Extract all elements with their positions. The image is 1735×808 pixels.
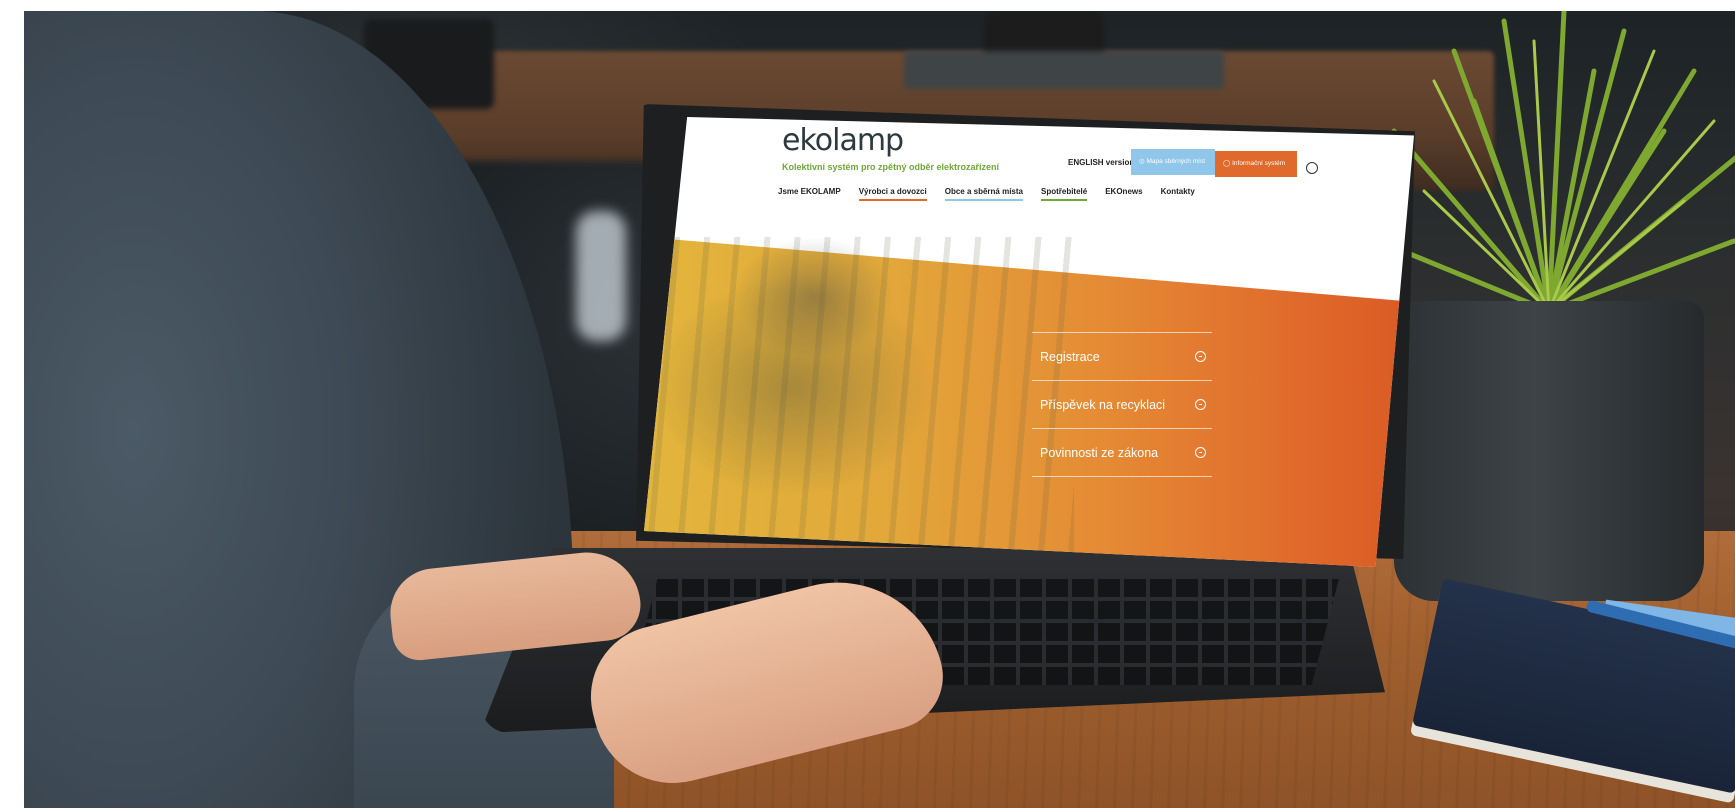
map-collection-points-button[interactable]: ◎ Mapa sběrných míst xyxy=(1131,149,1215,175)
menu-item-label: Příspěvek na recyklaci xyxy=(1040,397,1166,412)
site-logo[interactable]: ekolamp xyxy=(782,123,904,158)
menu-item-povinnosti[interactable]: Povinnosti ze zákona xyxy=(1032,428,1212,477)
circle-arrow-icon xyxy=(1195,351,1206,362)
laptop-screen: ekolamp Kolektivní systém pro zpětný odb… xyxy=(644,117,1414,567)
background-window-light xyxy=(576,211,626,341)
info-button-label: Informační systém xyxy=(1232,160,1286,167)
login-icon: ◯ xyxy=(1223,160,1233,167)
map-button-label: Mapa sběrných míst xyxy=(1146,158,1206,165)
main-navigation: Jsme EKOLAMP Výrobci a dovozci Obce a sb… xyxy=(778,187,1195,201)
hero-menu: Registrace Příspěvek na recyklaci Povinn… xyxy=(1032,332,1212,477)
nav-item-obce[interactable]: Obce a sběrná místa xyxy=(944,187,1023,201)
menu-item-label: Registrace xyxy=(1040,349,1100,364)
nav-item-kontakty[interactable]: Kontakty xyxy=(1161,187,1195,201)
circle-arrow-icon xyxy=(1195,447,1206,458)
menu-item-prispevek[interactable]: Příspěvek na recyklaci xyxy=(1032,380,1212,428)
nav-item-spotrebitele[interactable]: Spotřebitelé xyxy=(1040,187,1088,201)
site-tagline: Kolektivní systém pro zpětný odběr elekt… xyxy=(782,162,1000,172)
plant-pot xyxy=(1394,301,1704,601)
nav-item-jsme-ekolamp[interactable]: Jsme EKOLAMP xyxy=(778,187,841,201)
background-tray xyxy=(904,51,1224,89)
search-icon[interactable] xyxy=(1306,162,1318,174)
english-version-link[interactable]: ENGLISH version xyxy=(1068,158,1134,167)
nav-item-ekonews[interactable]: EKOnews xyxy=(1105,187,1142,201)
menu-item-registrace[interactable]: Registrace xyxy=(1032,332,1212,380)
menu-item-label: Povinnosti ze zákona xyxy=(1040,445,1159,460)
information-system-button[interactable]: ◯ Informační systém xyxy=(1215,151,1297,177)
circle-arrow-icon xyxy=(1195,399,1206,410)
nav-item-vyrobci[interactable]: Výrobci a dovozci xyxy=(858,187,927,201)
hero-photo-worker xyxy=(644,237,1074,567)
